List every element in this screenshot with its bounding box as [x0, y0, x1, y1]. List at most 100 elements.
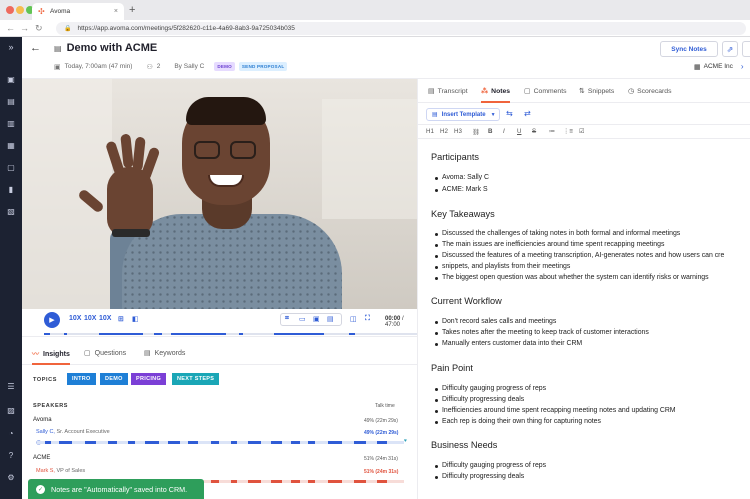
back-arrow-icon[interactable]: ← [30, 42, 41, 54]
meeting-date: Today, 7:00am (47 min) [64, 63, 133, 70]
ai-notes-icon[interactable]: ⇄ [524, 109, 531, 118]
timeline-segment [274, 333, 324, 335]
talk-segment [85, 441, 96, 444]
volume-icon[interactable]: ◧ [132, 315, 139, 323]
notes-bullet: Discussed the challenges of taking notes… [434, 230, 681, 237]
share-icon[interactable]: ⇗ [722, 41, 738, 57]
comment-icon[interactable]: ▣ [313, 315, 320, 323]
talk-segment [328, 441, 342, 444]
speaker-group-pct: 51% (24m 31s) [364, 456, 398, 462]
minimize-window-dot[interactable] [16, 6, 24, 14]
calendar-icon[interactable]: ▣ [6, 75, 16, 85]
avoma-favicon-icon: ✣ [38, 7, 45, 16]
topic-chip-intro[interactable]: INTRO [67, 373, 96, 385]
camera-icon[interactable]: ◫ [350, 315, 357, 323]
keywords-icon: ▤ [144, 350, 151, 357]
back-nav-icon[interactable]: ← [6, 23, 15, 33]
h1-button[interactable]: H1 [426, 128, 434, 135]
check-circle-icon: ✓ [36, 484, 45, 494]
forward-nav-icon[interactable]: → [20, 23, 29, 33]
tab-snippets[interactable]: ⇅ Snippets [579, 87, 614, 96]
bookmark-icon[interactable]: ▤ [327, 315, 334, 323]
speaker-timeline-sally[interactable] [37, 441, 404, 444]
speed-icon[interactable]: 10X [99, 315, 111, 322]
new-tab-button[interactable]: + [129, 4, 135, 16]
meetings-icon[interactable]: ▤ [6, 97, 16, 107]
timeline-track[interactable] [44, 333, 419, 335]
analytics-icon[interactable]: ▮ [6, 185, 16, 195]
fullscreen-icon[interactable]: ⛶ [365, 315, 370, 323]
sync-notes-button[interactable]: Sync Notes [660, 41, 718, 57]
bold-button[interactable]: B [488, 128, 492, 135]
list-icon[interactable]: ☰ [6, 382, 16, 392]
timeline-segment [64, 333, 67, 335]
close-window-dot[interactable] [6, 6, 14, 14]
format-toggle-icon[interactable]: ⇆ [506, 109, 513, 118]
h2-button[interactable]: H2 [440, 128, 448, 135]
reports-icon[interactable]: ▧ [6, 207, 16, 217]
crop-icon[interactable]: ⌗ [285, 315, 289, 323]
topic-chip-pricing[interactable]: PRICING [131, 373, 167, 385]
bullet-list-icon[interactable]: ≔ [549, 128, 555, 135]
tab-keywords[interactable]: ▤ Keywords [144, 349, 185, 358]
play-icon[interactable]: ▶ [44, 312, 60, 328]
talk-segment [128, 441, 135, 444]
insert-template-button[interactable]: ▤ Insert Template ▼ [426, 108, 500, 121]
timeline-segment [99, 333, 143, 335]
checklist-icon[interactable]: ☑ [579, 128, 585, 135]
tab-questions[interactable]: ▢ Questions [84, 349, 127, 358]
tab-comments[interactable]: ▢ Comments [524, 87, 566, 96]
speaker-name: Sally C, [36, 429, 55, 435]
strikethrough-button[interactable]: S [532, 128, 536, 135]
italic-button[interactable]: I [503, 128, 505, 135]
browser-tab[interactable]: ✣ Avoma × [32, 3, 124, 20]
attendee-count[interactable]: 2 [157, 63, 161, 70]
video-player[interactable] [22, 79, 417, 309]
close-tab-icon[interactable]: × [114, 8, 118, 15]
notes-icon[interactable]: ▥ [6, 119, 16, 129]
link-icon[interactable]: ⛓ [472, 128, 480, 136]
reload-icon[interactable]: ↻ [35, 23, 43, 34]
timeline-segment [349, 333, 355, 335]
snippet-icon[interactable]: ▭ [299, 315, 306, 323]
tab-questions-label: Questions [94, 349, 127, 357]
address-bar[interactable]: 🔒 https://app.avoma.com/meetings/5f28262… [56, 22, 746, 35]
notes-heading: Participants [431, 152, 480, 162]
bell-icon[interactable]: ◔ [6, 429, 16, 439]
expand-sidebar-icon[interactable]: » [6, 42, 16, 52]
more-actions-button[interactable] [742, 41, 750, 57]
numbered-list-icon[interactable]: ⋮≡ [563, 128, 573, 135]
speaker-mark[interactable]: Mark S, VP of Sales [36, 468, 85, 474]
talk-segment [108, 441, 117, 444]
format-toolbar: H1 H2 H3 ⛓ B I U S ≔ ⋮≡ ☑ [418, 125, 750, 139]
underline-button[interactable]: U [517, 128, 521, 135]
tab-notes[interactable]: ⁂ Notes [481, 87, 511, 103]
forward-10-icon[interactable]: 10X [84, 315, 96, 322]
speaker-sally[interactable]: Sally C, Sr. Account Executive [36, 429, 110, 435]
tab-transcript[interactable]: ▤ Transcript [428, 87, 468, 96]
topic-chip-demo[interactable]: DEMO [100, 373, 128, 385]
help-icon[interactable]: ? [6, 451, 16, 461]
chat-icon[interactable]: ▢ [6, 163, 16, 173]
talk-segment [248, 480, 261, 483]
notes-panel: ▤ Transcript ⁂ Notes ▢ Comments ⇅ Snippe… [417, 79, 750, 499]
documents-icon[interactable]: ▦ [6, 141, 16, 151]
settings-icon[interactable]: ⚙ [6, 473, 16, 483]
toast-text: Notes are "Automatically" saved into CRM… [51, 484, 188, 494]
rewind-10-icon[interactable]: 10X [69, 315, 81, 322]
speaker-name: Mark S, [36, 468, 55, 474]
talk-segment [354, 480, 366, 483]
browser-tabstrip: ✣ Avoma × + [0, 0, 750, 20]
tab-insights[interactable]: 〰 Insights [32, 349, 70, 365]
insights-icon: 〰 [32, 351, 39, 358]
meeting-header: ← ▤ Demo with ACME ▣ Today, 7:00am (47 m… [22, 37, 750, 79]
company-more-icon[interactable]: › [741, 62, 744, 71]
layout-icon[interactable]: ⊞ [118, 315, 124, 323]
h3-button[interactable]: H3 [454, 128, 462, 135]
company-link[interactable]: ▦ ACME Inc › [694, 62, 744, 71]
topic-chip-next-steps[interactable]: NEXT STEPS [172, 373, 220, 385]
gift-icon[interactable]: ▨ [6, 406, 16, 416]
notes-tab-icon: ⁂ [481, 88, 489, 95]
tab-scorecards[interactable]: ◷ Scorecards [628, 87, 672, 96]
talk-segment [231, 480, 237, 483]
